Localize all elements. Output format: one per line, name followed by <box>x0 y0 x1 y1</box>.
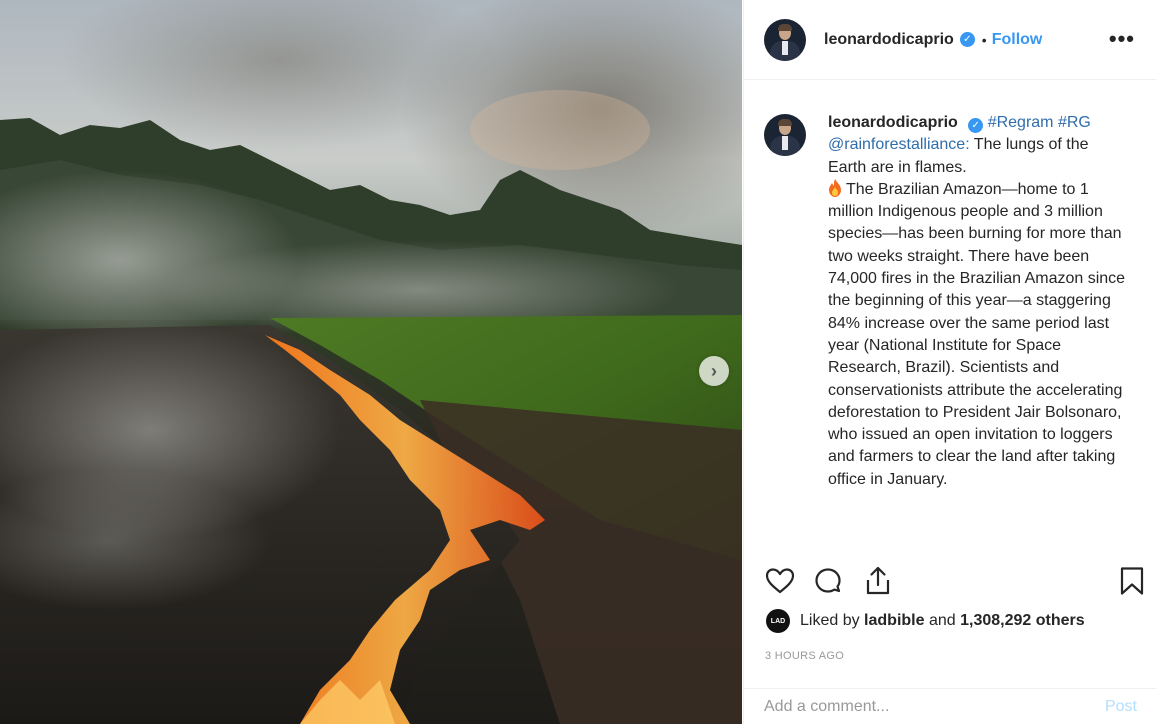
fire-emoji-icon <box>829 178 841 197</box>
separator-dot: • <box>981 31 987 48</box>
caption-hashtags[interactable]: #Regram #RG <box>988 114 1091 131</box>
post-caption: leonardodicaprio ✓ #Regram #RG @rainfore… <box>764 112 1144 491</box>
post-photo[interactable]: › <box>0 0 742 724</box>
share-button[interactable] <box>862 565 896 599</box>
likes-count-link[interactable]: 1,308,292 others <box>960 612 1085 630</box>
next-image-button[interactable]: › <box>699 356 729 386</box>
likes-and: and <box>928 612 956 629</box>
comment-bubble-icon <box>815 568 841 593</box>
share-icon <box>866 566 890 595</box>
add-comment-input[interactable] <box>764 697 1105 716</box>
verified-badge-icon: ✓ <box>959 32 975 47</box>
likes-prefix: Liked by <box>800 612 860 629</box>
post-timestamp[interactable]: 3 HOURS AGO <box>765 650 844 662</box>
action-bar <box>764 565 1144 599</box>
verified-badge-icon: ✓ <box>968 118 984 133</box>
post-header: leonardodicaprio ✓ • Follow ••• <box>744 0 1156 80</box>
username-link[interactable]: leonardodicaprio <box>824 31 954 49</box>
caption-mention-link[interactable]: @rainforestalliance: <box>828 136 970 153</box>
ladbible-avatar[interactable]: LAD <box>766 609 790 633</box>
more-options-icon[interactable]: ••• <box>1109 26 1135 52</box>
post-sidebar: leonardodicaprio ✓ • Follow ••• leonardo… <box>743 0 1156 724</box>
amazon-fire-image <box>0 0 742 724</box>
caption-username-link[interactable]: leonardodicaprio <box>828 114 958 131</box>
caption-avatar[interactable] <box>764 114 806 156</box>
likes-summary: LAD Liked by ladbible and 1,308,292 othe… <box>766 609 1085 633</box>
caption-text: leonardodicaprio ✓ #Regram #RG @rainfore… <box>828 112 1128 491</box>
like-button[interactable] <box>764 565 798 599</box>
heart-icon <box>765 568 795 594</box>
liker-username-link[interactable]: ladbible <box>864 612 924 630</box>
save-button[interactable] <box>1116 565 1150 599</box>
post-comment-button[interactable]: Post <box>1105 698 1137 716</box>
user-avatar[interactable] <box>764 18 806 61</box>
comment-button[interactable] <box>812 565 846 599</box>
bookmark-icon <box>1120 567 1144 595</box>
follow-button[interactable]: Follow <box>992 31 1043 49</box>
caption-body: The Brazilian Amazon—home to 1 million I… <box>828 180 1126 488</box>
comment-bar: Post <box>744 688 1156 724</box>
